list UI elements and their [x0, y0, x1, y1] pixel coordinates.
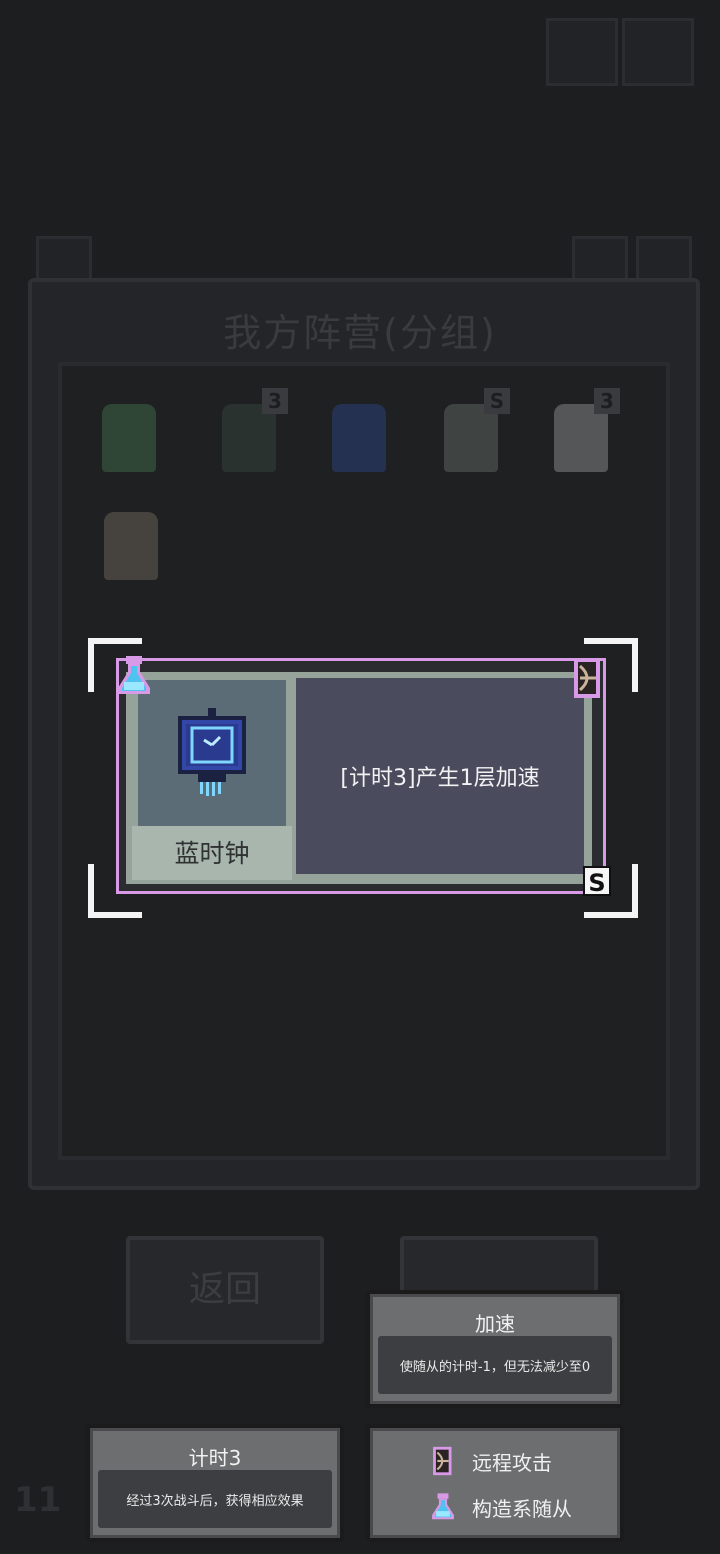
unit-star-badge: S: [484, 388, 510, 414]
blue-clock-icon: [178, 708, 246, 796]
tooltip-timer-title: 计时3: [188, 1446, 242, 1470]
unit-star-badge: 3: [594, 388, 620, 414]
unit-slot-goat-sage[interactable]: [94, 500, 168, 586]
unit-sprite: [554, 404, 608, 472]
unit-sprite: [444, 404, 498, 472]
unit-sprite: [104, 512, 158, 580]
level-number: 11: [14, 1480, 62, 1520]
unit-name: 蓝时钟: [132, 826, 292, 880]
unit-slot-skeleton[interactable]: S: [434, 388, 510, 478]
formation-panel-title: 我方阵营(分组): [223, 311, 497, 355]
tag-ranged-attack: 远程攻击: [428, 1444, 552, 1478]
unit-portrait: [138, 680, 286, 826]
bg-header-right-icon-2: [636, 236, 692, 282]
unit-sprite: [102, 404, 156, 472]
unit-sprite: [332, 404, 386, 472]
ranged-attack-icon: [433, 1446, 452, 1476]
ranged-attack-icon: [574, 658, 600, 698]
tag-construct-minion: 构造系随从: [428, 1490, 572, 1524]
tooltip-timer-text: 经过3次战斗后，获得相应效果: [98, 1470, 332, 1528]
tooltip-haste: 加速 使随从的计时-1，但无法减少至0: [366, 1290, 624, 1408]
rank-badge: S: [583, 866, 611, 897]
unit-description-text: [计时3]产生1层加速: [340, 766, 540, 791]
bg-header-right-icon-1: [572, 236, 628, 282]
bg-top-button-1: [546, 18, 618, 86]
unit-slot-horned-warrior[interactable]: [92, 392, 166, 478]
unit-slot-hooded-swordsman[interactable]: 3: [212, 388, 288, 478]
unit-description: [计时3]产生1层加速: [296, 678, 584, 874]
return-button[interactable]: 返回: [126, 1236, 324, 1344]
tag-ranged-attack-label: 远程攻击: [472, 1450, 552, 1475]
flask-icon: [118, 656, 150, 694]
tooltip-haste-title: 加速: [475, 1312, 515, 1336]
construct-flask-icon: [432, 1493, 454, 1520]
bg-top-button-2: [622, 18, 694, 86]
unit-slot-fox-spirit[interactable]: 3: [544, 388, 620, 478]
tooltip-haste-text: 使随从的计时-1，但无法减少至0: [378, 1336, 612, 1394]
tag-construct-minion-label: 构造系随从: [472, 1496, 572, 1521]
unit-star-badge: 3: [262, 388, 288, 414]
tooltip-tags: 远程攻击 构造系随从: [366, 1424, 624, 1542]
bg-header-left-icon: [36, 236, 92, 282]
unit-slot-blue-clock[interactable]: [322, 392, 396, 478]
tooltip-timer: 计时3 经过3次战斗后，获得相应效果: [86, 1424, 344, 1542]
unit-sprite: [222, 404, 276, 472]
